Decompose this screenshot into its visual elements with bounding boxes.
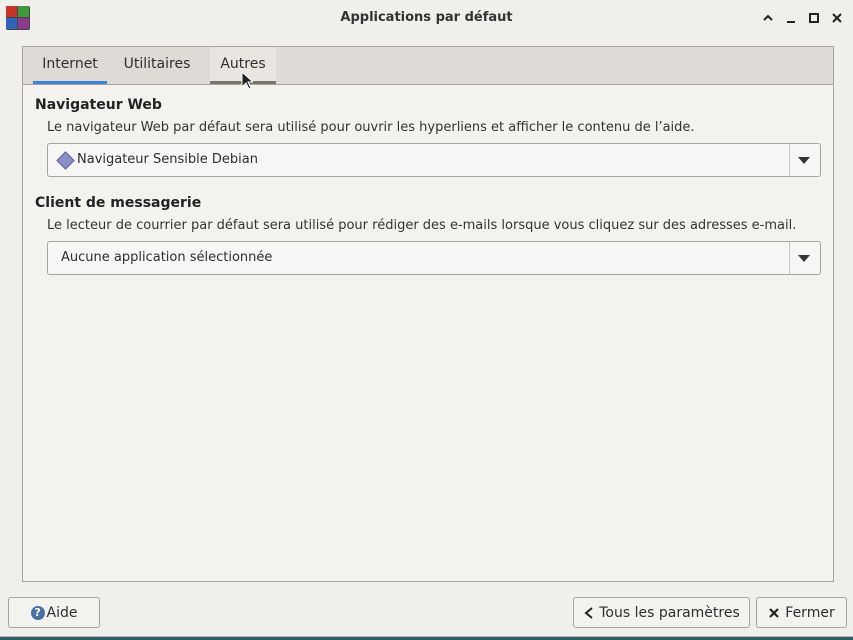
tab-notebook: Internet Utilitaires Autres Navigateur W… [22, 46, 834, 582]
minimize-icon [787, 21, 795, 23]
combo-separator [789, 144, 790, 176]
mouse-pointer-icon [241, 71, 253, 90]
tab-bar: Internet Utilitaires Autres [23, 47, 833, 85]
maximize-icon [809, 13, 819, 23]
minimize-button[interactable] [782, 9, 800, 27]
chevron-up-icon [763, 14, 773, 21]
browser-section-description: Le navigateur Web par défaut sera utilis… [47, 120, 695, 135]
dialog-window: Applications par défaut Internet Utilita… [0, 0, 853, 637]
all-settings-button-label: Tous les paramètres [599, 604, 740, 621]
tab-autres-label: Autres [220, 56, 266, 72]
browser-select-value: Navigateur Sensible Debian [77, 152, 258, 167]
tab-internet-label: Internet [42, 56, 98, 72]
mail-section-title: Client de messagerie [35, 195, 202, 211]
debian-browser-icon [56, 151, 75, 170]
close-button[interactable]: Fermer [756, 597, 847, 628]
title-bar[interactable]: Applications par défaut [0, 0, 853, 36]
close-icon [769, 607, 780, 618]
chevron-left-icon [584, 606, 593, 619]
chevron-down-icon [798, 255, 810, 262]
close-window-button[interactable] [828, 9, 846, 27]
help-button[interactable]: ? Aide [8, 597, 100, 628]
tab-utilitaires-label: Utilitaires [123, 56, 191, 72]
mail-select[interactable]: Aucune application sélectionnée [47, 241, 821, 275]
all-settings-button[interactable]: Tous les paramètres [573, 597, 750, 628]
maximize-button[interactable] [805, 9, 823, 27]
mail-section-description: Le lecteur de courrier par défaut sera u… [47, 218, 797, 233]
tab-internet[interactable]: Internet [33, 47, 107, 84]
mail-select-value: Aucune application sélectionnée [61, 250, 273, 265]
chevron-down-icon [798, 157, 810, 164]
shade-button[interactable] [759, 9, 777, 27]
help-icon: ? [30, 605, 45, 620]
browser-section-title: Navigateur Web [35, 97, 162, 113]
help-button-label: Aide [46, 604, 78, 621]
browser-select[interactable]: Navigateur Sensible Debian [47, 143, 821, 177]
close-icon [832, 13, 842, 23]
close-button-label: Fermer [785, 604, 835, 621]
tab-utilitaires[interactable]: Utilitaires [117, 47, 197, 84]
combo-separator [789, 242, 790, 274]
window-title: Applications par défaut [340, 10, 513, 25]
